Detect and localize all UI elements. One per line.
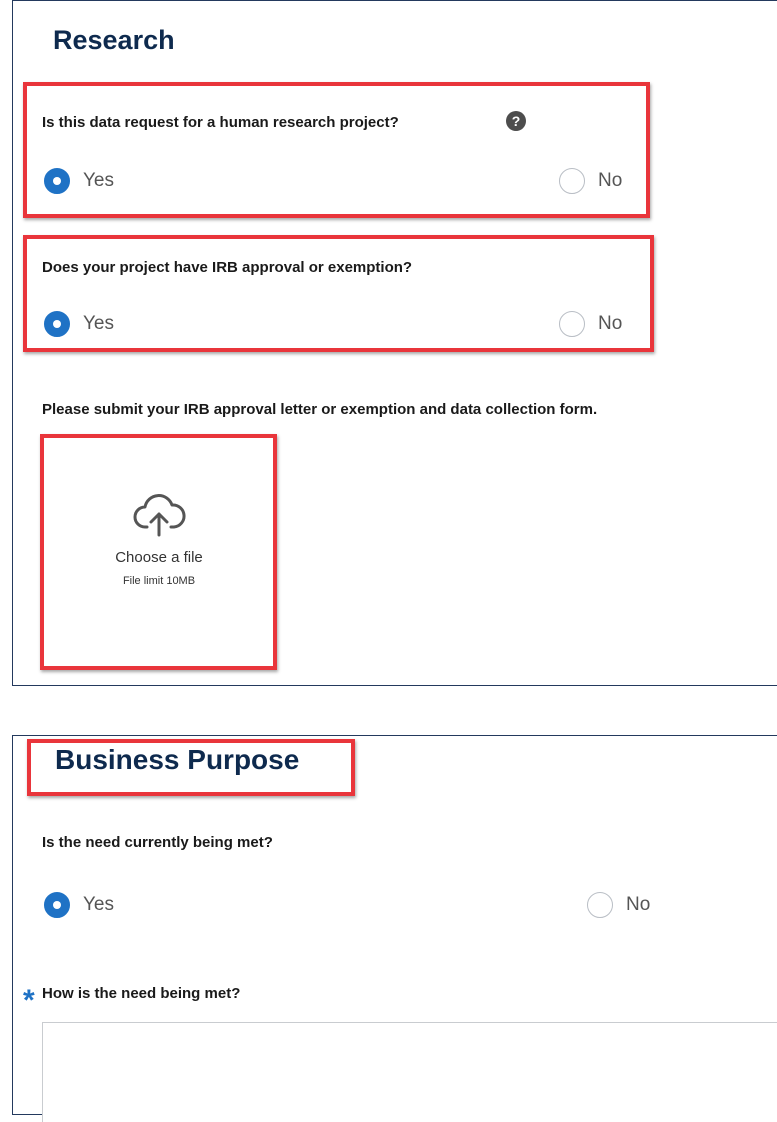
radio-checked-icon[interactable]	[44, 892, 70, 918]
file-limit-label: File limit 10MB	[122, 575, 196, 587]
human-research-no-option[interactable]: No	[559, 168, 622, 194]
radio-checked-icon[interactable]	[44, 168, 70, 194]
research-panel: Research Is this data request for a huma…	[12, 0, 777, 686]
human-research-yes-option[interactable]: Yes	[44, 168, 114, 194]
upload-prompt-label: Please submit your IRB approval letter o…	[42, 401, 598, 418]
need-met-yes-option[interactable]: Yes	[44, 892, 114, 918]
required-asterisk: *	[23, 984, 35, 1017]
irb-approval-yes-option[interactable]: Yes	[44, 311, 114, 337]
no-label: No	[598, 170, 623, 191]
choose-file-label: Choose a file	[115, 549, 203, 566]
how-need-met-textarea[interactable]	[42, 1022, 777, 1122]
irb-approval-no-option[interactable]: No	[559, 311, 622, 337]
yes-label: Yes	[83, 894, 114, 915]
irb-approval-question-label: Does your project have IRB approval or e…	[42, 259, 413, 276]
help-icon[interactable]: ?	[506, 111, 526, 131]
no-label: No	[598, 313, 623, 334]
human-research-question-label: Is this data request for a human researc…	[42, 114, 399, 131]
no-label: No	[626, 894, 651, 915]
radio-unchecked-icon[interactable]	[587, 892, 613, 918]
how-need-met-label: How is the need being met?	[42, 985, 241, 1002]
need-met-no-option[interactable]: No	[587, 892, 650, 918]
business-purpose-panel: Business Purpose Is the need currently b…	[12, 735, 777, 1122]
radio-unchecked-icon[interactable]	[559, 311, 585, 337]
research-title: Research	[53, 25, 175, 55]
file-upload-dropzone[interactable]: Choose a file File limit 10MB	[59, 487, 259, 587]
radio-checked-icon[interactable]	[44, 311, 70, 337]
cloud-upload-icon	[133, 494, 186, 537]
need-met-question-label: Is the need currently being met?	[42, 834, 273, 851]
business-purpose-title: Business Purpose	[55, 744, 300, 775]
yes-label: Yes	[83, 313, 114, 334]
yes-label: Yes	[83, 170, 114, 191]
radio-unchecked-icon[interactable]	[559, 168, 585, 194]
